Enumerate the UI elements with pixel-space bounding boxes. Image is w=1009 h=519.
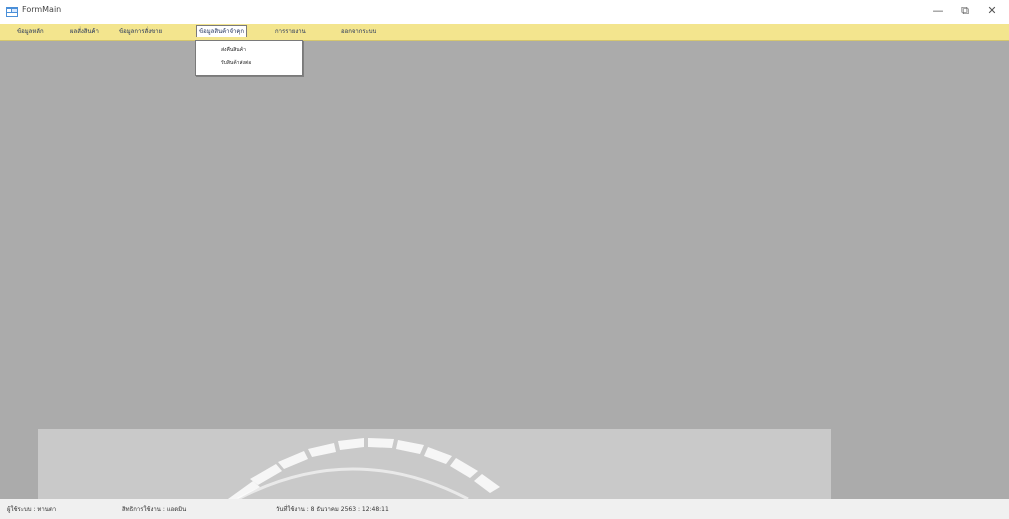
menu-item-order-result[interactable]: ผลสั่งสินค้า (68, 26, 101, 37)
window-title: FormMain (22, 5, 62, 14)
menu-item-sales-data[interactable]: ข้อมูลการสั่งขาย (117, 26, 164, 37)
menu-item-product-data[interactable]: ข้อมูลสินค้าจำคุก (196, 25, 248, 37)
dropdown-item-return-product[interactable]: ส่งคืนสินค้า (221, 46, 246, 54)
close-button[interactable]: ✕ (978, 3, 1006, 19)
watermark-emblem-graphic (228, 438, 500, 499)
watermark-emblem (38, 429, 831, 499)
menu-item-logout[interactable]: ออกจากระบบ (339, 26, 378, 37)
menu-bar: ข้อมูลหลัก ผลสั่งสินค้า ข้อมูลการสั่งขาย… (0, 24, 1009, 41)
restore-button[interactable]: ⧉ (951, 3, 979, 19)
status-bar: ผู้ใช้ระบบ : ทานตา สิทธิการใช้งาน : แอดม… (0, 499, 1009, 519)
product-data-dropdown: ส่งคืนสินค้า รับสินค้าส่งต่อ (195, 40, 303, 76)
title-bar: FormMain — ⧉ ✕ (0, 0, 1009, 24)
dropdown-item-receive-product[interactable]: รับสินค้าส่งต่อ (221, 59, 251, 67)
app-window-icon (6, 7, 18, 17)
status-role: สิทธิการใช้งาน : แอดมิน (122, 506, 187, 513)
minimize-button[interactable]: — (924, 3, 952, 19)
menu-item-master-data[interactable]: ข้อมูลหลัก (15, 26, 46, 37)
menu-item-report[interactable]: การรายงาน (273, 26, 308, 37)
status-user: ผู้ใช้ระบบ : ทานตา (7, 506, 57, 513)
status-date: วันที่ใช้งาน : 8 ธันวาคม 2563 : 12:48:11 (276, 506, 389, 513)
